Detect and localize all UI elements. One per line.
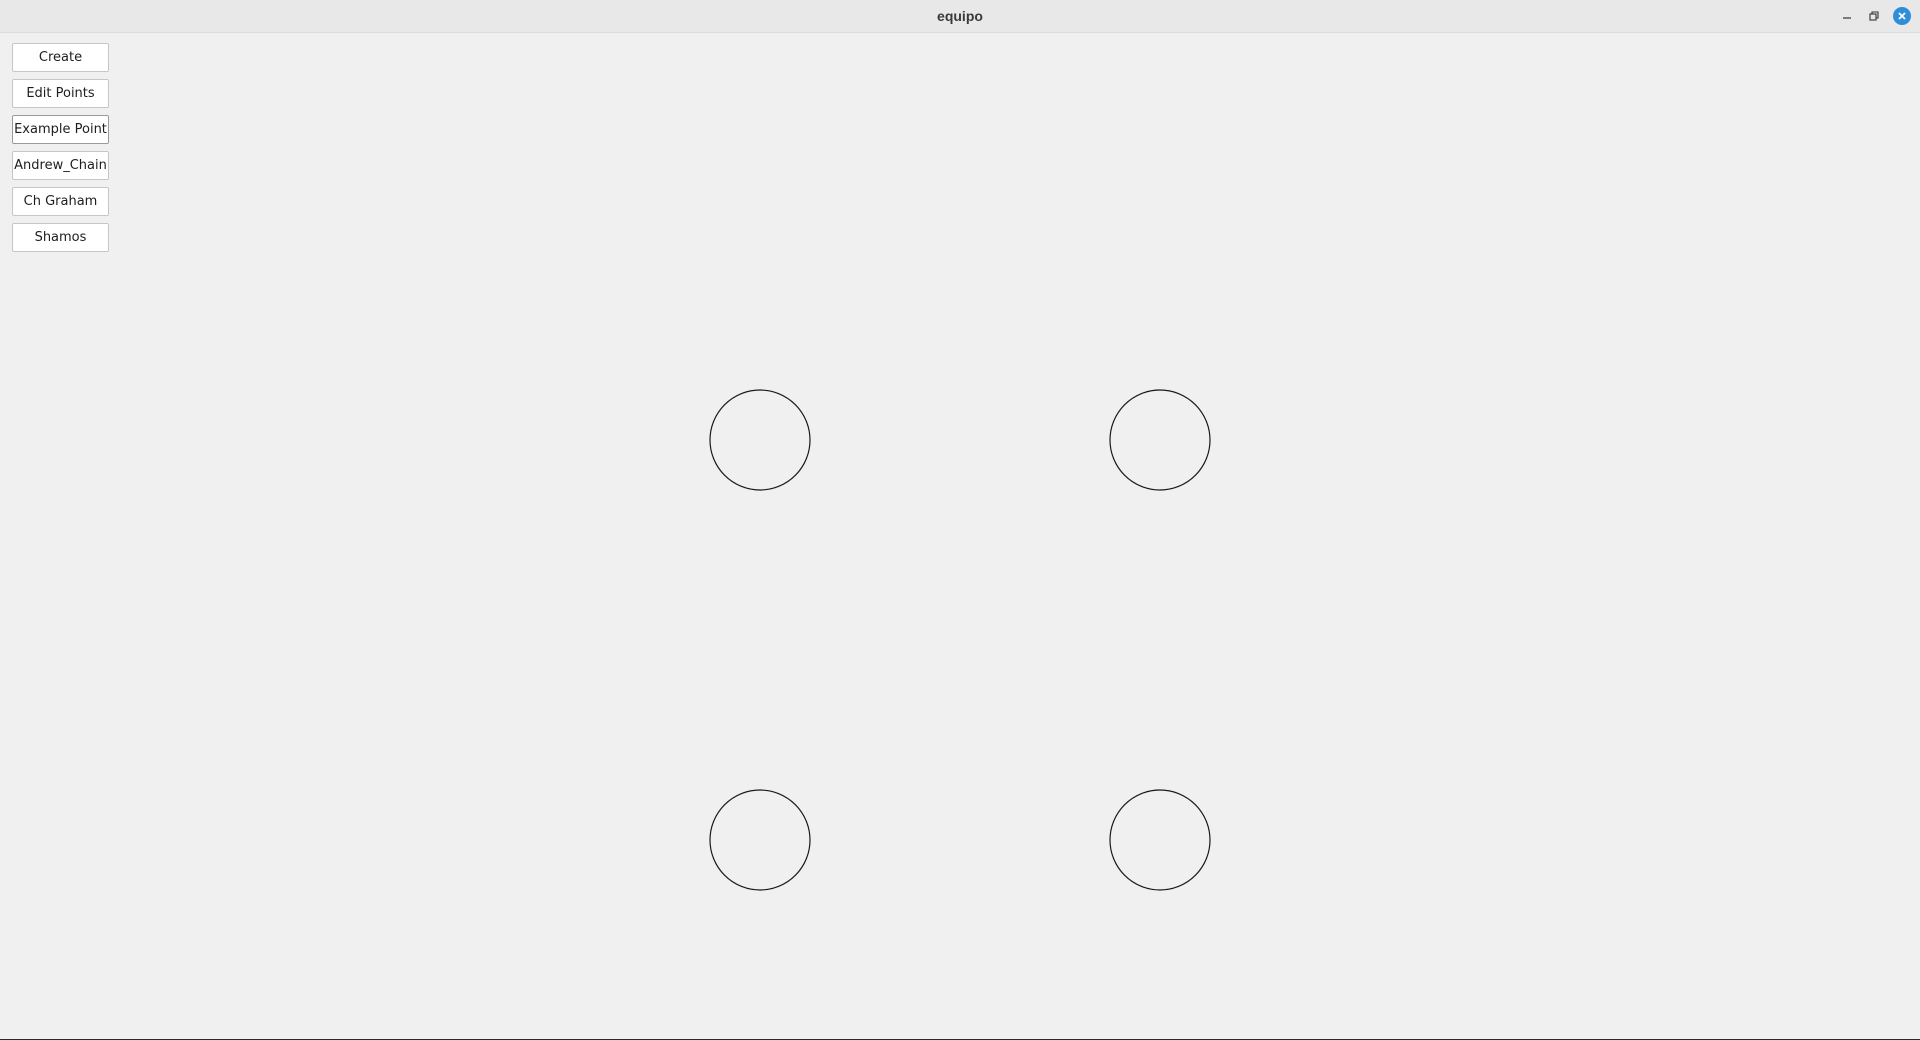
point-circle[interactable]	[1109, 389, 1211, 491]
window-title: equipo	[937, 8, 983, 24]
point-circle[interactable]	[709, 389, 811, 491]
close-button[interactable]	[1893, 7, 1911, 25]
point-circle[interactable]	[709, 789, 811, 891]
title-bar[interactable]: equipo	[0, 0, 1920, 33]
maximize-button[interactable]	[1865, 7, 1883, 25]
minimize-icon	[1843, 17, 1851, 19]
app-window: equipo Create Edit Points Example Point …	[0, 0, 1920, 1040]
close-icon	[1898, 12, 1906, 20]
point-circle[interactable]	[1109, 789, 1211, 891]
restore-icon	[1869, 11, 1879, 21]
drawing-canvas[interactable]	[0, 33, 1920, 1039]
minimize-button[interactable]	[1838, 7, 1856, 25]
